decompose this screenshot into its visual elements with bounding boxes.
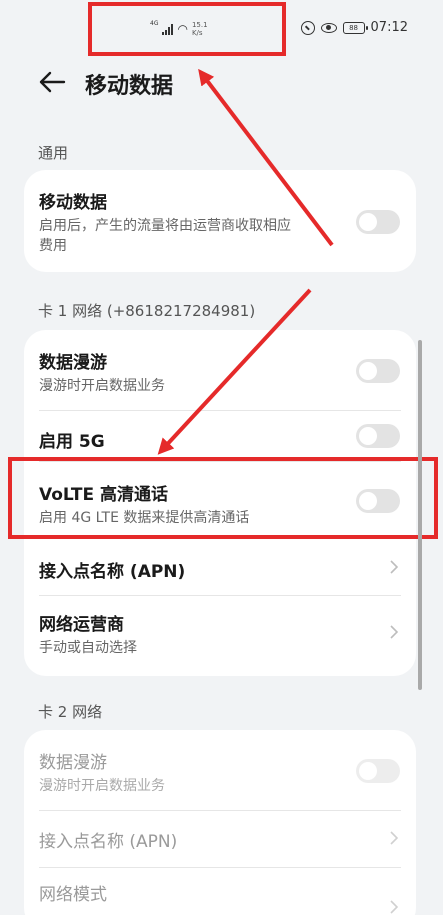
- card-sim1: 数据漫游 漫游时开启数据业务 启用 5G VoLTE 高清通话 启用 4G LT…: [24, 330, 416, 676]
- status-right: 88 07:12: [300, 20, 408, 35]
- row-mobile-data[interactable]: 移动数据 启用后，产生的流量将由运营商收取相应 费用: [24, 170, 416, 272]
- speed-value: 15.1: [191, 21, 208, 29]
- sim1-roaming-toggle[interactable]: [356, 359, 400, 383]
- chevron-right-icon: [390, 900, 398, 914]
- card-sim2: 数据漫游 漫游时开启数据业务 接入点名称 (APN) 网络模式: [24, 730, 416, 915]
- sim1-roaming-subtitle: 漫游时开启数据业务: [39, 378, 165, 394]
- header: 移动数据: [0, 58, 443, 106]
- row-sim2-roaming[interactable]: 数据漫游 漫游时开启数据业务: [24, 730, 416, 810]
- enable-5g-title: 启用 5G: [39, 432, 105, 452]
- mobile-data-subtitle-1: 启用后，产生的流量将由运营商收取相应: [39, 218, 291, 234]
- volte-title: VoLTE 高清通话: [39, 485, 169, 505]
- status-bar: 4G ◠ 15.1 K/s 88 07:12: [0, 0, 443, 58]
- page-title: 移动数据: [85, 74, 174, 99]
- row-apn[interactable]: 接入点名称 (APN): [24, 539, 416, 595]
- row-sim1-roaming[interactable]: 数据漫游 漫游时开启数据业务: [24, 330, 416, 410]
- carrier-title: 网络运营商: [39, 615, 124, 635]
- sim2-roaming-title: 数据漫游: [39, 753, 107, 773]
- scrollbar[interactable]: [418, 340, 422, 690]
- network-type-label: 4G: [150, 19, 159, 27]
- signal-icon: [162, 23, 174, 35]
- battery-icon: 88: [342, 21, 368, 34]
- sim2-roaming-subtitle: 漫游时开启数据业务: [39, 778, 165, 794]
- back-arrow-icon[interactable]: [38, 70, 66, 94]
- row-volte[interactable]: VoLTE 高清通话 启用 4G LTE 数据来提供高清通话: [24, 462, 416, 538]
- chevron-right-icon: [390, 560, 398, 574]
- mobile-data-subtitle-2: 费用: [39, 238, 67, 254]
- row-sim2-apn[interactable]: 接入点名称 (APN): [24, 811, 416, 867]
- battery-level: 88: [349, 23, 358, 32]
- sim2-apn-title: 接入点名称 (APN): [39, 832, 178, 852]
- row-sim2-network-mode[interactable]: 网络模式: [24, 868, 416, 915]
- chevron-right-icon: [390, 625, 398, 639]
- sim2-roaming-toggle[interactable]: [356, 759, 400, 783]
- volte-subtitle: 启用 4G LTE 数据来提供高清通话: [39, 510, 250, 526]
- network-speed: 15.1 K/s: [192, 21, 208, 37]
- carrier-subtitle: 手动或自动选择: [39, 640, 137, 656]
- eye-comfort-icon: [320, 22, 337, 33]
- row-carrier[interactable]: 网络运营商 手动或自动选择: [24, 596, 416, 676]
- enable-5g-toggle[interactable]: [356, 424, 400, 448]
- section-label-general: 通用: [38, 144, 69, 162]
- nfc-icon: [300, 20, 315, 35]
- card-general: 移动数据 启用后，产生的流量将由运营商收取相应 费用: [24, 170, 416, 272]
- mobile-data-title: 移动数据: [39, 193, 107, 213]
- row-enable-5g[interactable]: 启用 5G: [24, 411, 416, 461]
- mobile-data-toggle[interactable]: [356, 210, 400, 234]
- clock: 07:12: [370, 20, 408, 35]
- speed-unit: K/s: [191, 29, 203, 37]
- chevron-right-icon: [390, 831, 398, 845]
- volte-toggle[interactable]: [356, 489, 400, 513]
- sim2-network-mode-title: 网络模式: [39, 885, 107, 905]
- status-left: 4G ◠ 15.1 K/s: [150, 18, 208, 40]
- section-label-sim2: 卡 2 网络: [38, 703, 103, 721]
- apn-title: 接入点名称 (APN): [39, 562, 186, 582]
- wifi-icon: ◠: [177, 22, 188, 36]
- section-label-sim1: 卡 1 网络 (+8618217284981): [38, 302, 256, 320]
- sim1-roaming-title: 数据漫游: [39, 353, 107, 373]
